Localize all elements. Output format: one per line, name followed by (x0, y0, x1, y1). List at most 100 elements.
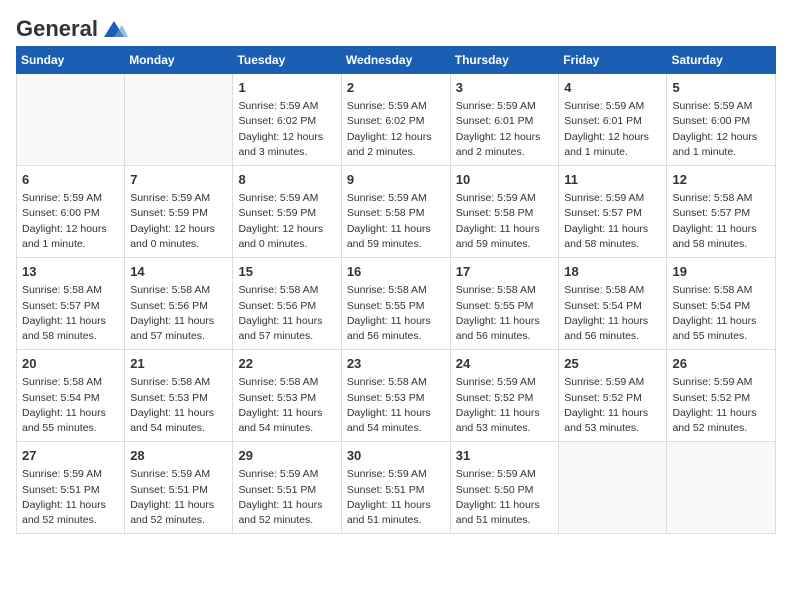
day-info: Sunrise: 5:59 AM Sunset: 5:51 PM Dayligh… (347, 467, 445, 528)
day-info: Sunrise: 5:58 AM Sunset: 5:55 PM Dayligh… (347, 283, 445, 344)
calendar-cell: 2Sunrise: 5:59 AM Sunset: 6:02 PM Daylig… (341, 74, 450, 166)
day-info: Sunrise: 5:58 AM Sunset: 5:54 PM Dayligh… (672, 283, 770, 344)
day-number: 9 (347, 171, 445, 189)
day-info: Sunrise: 5:59 AM Sunset: 5:57 PM Dayligh… (564, 191, 661, 252)
weekday-header: Monday (125, 47, 233, 74)
day-number: 3 (456, 79, 554, 97)
calendar-cell: 14Sunrise: 5:58 AM Sunset: 5:56 PM Dayli… (125, 258, 233, 350)
calendar-cell (125, 74, 233, 166)
day-number: 17 (456, 263, 554, 281)
calendar-cell: 13 Sunrise: 5:58 AM Sunset: 5:57 PM Dayli… (17, 258, 125, 350)
calendar-cell (667, 442, 776, 534)
day-info: Sunrise: 5:59 AM Sunset: 5:59 PM Dayligh… (130, 191, 227, 252)
calendar-cell (17, 74, 125, 166)
day-number: 28 (130, 447, 227, 465)
day-number: 27 (22, 447, 119, 465)
calendar-cell: 27Sunrise: 5:59 AM Sunset: 5:51 PM Dayli… (17, 442, 125, 534)
weekday-header: Tuesday (233, 47, 341, 74)
day-number: 7 (130, 171, 227, 189)
calendar-cell: 20 Sunrise: 5:58 AM Sunset: 5:54 PM Dayli… (17, 350, 125, 442)
day-info: Sunrise: 5:58 AM Sunset: 5:55 PM Dayligh… (456, 283, 554, 344)
day-number: 12 (672, 171, 770, 189)
day-number: 30 (347, 447, 445, 465)
day-info: Sunrise: 5:59 AM Sunset: 6:01 PM Dayligh… (456, 99, 554, 160)
calendar-cell: 3 Sunrise: 5:59 AM Sunset: 6:01 PM Daylig… (450, 74, 559, 166)
day-number: 14 (130, 263, 227, 281)
day-number: 16 (347, 263, 445, 281)
day-number: 8 (238, 171, 335, 189)
logo-general: General (16, 16, 98, 42)
day-number: 20 (22, 355, 119, 373)
day-info: Sunrise: 5:58 AM Sunset: 5:53 PM Dayligh… (347, 375, 445, 436)
calendar-cell: 28 Sunrise: 5:59 AM Sunset: 5:51 PM Dayli… (125, 442, 233, 534)
calendar-cell: 11 Sunrise: 5:59 AM Sunset: 5:57 PM Dayli… (559, 166, 667, 258)
calendar-cell: 8Sunrise: 5:59 AM Sunset: 5:59 PM Daylig… (233, 166, 341, 258)
day-number: 6 (22, 171, 119, 189)
day-info: Sunrise: 5:59 AM Sunset: 6:00 PM Dayligh… (672, 99, 770, 160)
day-number: 4 (564, 79, 661, 97)
calendar-cell: 7 Sunrise: 5:59 AM Sunset: 5:59 PM Daylig… (125, 166, 233, 258)
calendar-cell: 1 Sunrise: 5:59 AM Sunset: 6:02 PM Daylig… (233, 74, 341, 166)
logo: General (16, 16, 128, 36)
day-number: 31 (456, 447, 554, 465)
day-info: Sunrise: 5:59 AM Sunset: 5:52 PM Dayligh… (456, 375, 554, 436)
day-number: 29 (238, 447, 335, 465)
calendar-cell (559, 442, 667, 534)
calendar-week-row: 27 Sunrise: 5:59 AM Sunset: 5:51 PM Dayli… (17, 442, 776, 534)
day-info: Sunrise: 5:59 AM Sunset: 5:51 PM Dayligh… (238, 467, 335, 528)
day-number: 19 (672, 263, 770, 281)
calendar-cell: 21 Sunrise: 5:58 AM Sunset: 5:53 PM Dayli… (125, 350, 233, 442)
day-number: 26 (672, 355, 770, 373)
weekday-header: Sunday (17, 47, 125, 74)
day-number: 1 (238, 79, 335, 97)
day-info: Sunrise: 5:59 AM Sunset: 5:50 PM Dayligh… (456, 467, 554, 528)
day-info: Sunrise: 5:59 AM Sunset: 5:52 PM Dayligh… (672, 375, 770, 436)
calendar-week-row: 6 Sunrise: 5:59 AM Sunset: 6:00 PM Daylig… (17, 166, 776, 258)
calendar-cell: 18 Sunrise: 5:58 AM Sunset: 5:54 PM Dayli… (559, 258, 667, 350)
day-info: Sunrise: 5:59 AM Sunset: 6:01 PM Dayligh… (564, 99, 661, 160)
calendar-cell: 15 Sunrise: 5:58 AM Sunset: 5:56 PM Dayli… (233, 258, 341, 350)
weekday-header: Wednesday (341, 47, 450, 74)
calendar-cell: 22Sunrise: 5:58 AM Sunset: 5:53 PM Dayli… (233, 350, 341, 442)
header: General (16, 16, 776, 36)
day-info: Sunrise: 5:58 AM Sunset: 5:53 PM Dayligh… (130, 375, 227, 436)
calendar-cell: 9 Sunrise: 5:59 AM Sunset: 5:58 PM Daylig… (341, 166, 450, 258)
day-info: Sunrise: 5:59 AM Sunset: 5:58 PM Dayligh… (347, 191, 445, 252)
weekday-header: Saturday (667, 47, 776, 74)
day-info: Sunrise: 5:58 AM Sunset: 5:54 PM Dayligh… (22, 375, 119, 436)
day-info: Sunrise: 5:59 AM Sunset: 6:00 PM Dayligh… (22, 191, 119, 252)
day-number: 24 (456, 355, 554, 373)
calendar-week-row: 13 Sunrise: 5:58 AM Sunset: 5:57 PM Dayli… (17, 258, 776, 350)
day-info: Sunrise: 5:58 AM Sunset: 5:56 PM Dayligh… (238, 283, 335, 344)
calendar-cell: 16 Sunrise: 5:58 AM Sunset: 5:55 PM Dayli… (341, 258, 450, 350)
day-info: Sunrise: 5:59 AM Sunset: 6:02 PM Dayligh… (347, 99, 445, 160)
calendar-cell: 26 Sunrise: 5:59 AM Sunset: 5:52 PM Dayli… (667, 350, 776, 442)
calendar-cell: 31 Sunrise: 5:59 AM Sunset: 5:50 PM Dayli… (450, 442, 559, 534)
calendar-cell: 25Sunrise: 5:59 AM Sunset: 5:52 PM Dayli… (559, 350, 667, 442)
calendar-cell: 6 Sunrise: 5:59 AM Sunset: 6:00 PM Daylig… (17, 166, 125, 258)
calendar-cell: 12Sunrise: 5:58 AM Sunset: 5:57 PM Dayli… (667, 166, 776, 258)
day-number: 18 (564, 263, 661, 281)
day-info: Sunrise: 5:59 AM Sunset: 5:51 PM Dayligh… (130, 467, 227, 528)
day-number: 10 (456, 171, 554, 189)
day-number: 11 (564, 171, 661, 189)
day-info: Sunrise: 5:58 AM Sunset: 5:57 PM Dayligh… (22, 283, 119, 344)
calendar-cell: 5 Sunrise: 5:59 AM Sunset: 6:00 PM Daylig… (667, 74, 776, 166)
day-info: Sunrise: 5:59 AM Sunset: 6:02 PM Dayligh… (238, 99, 335, 160)
calendar-cell: 29 Sunrise: 5:59 AM Sunset: 5:51 PM Dayli… (233, 442, 341, 534)
day-number: 21 (130, 355, 227, 373)
day-number: 22 (238, 355, 335, 373)
calendar-cell: 17 Sunrise: 5:58 AM Sunset: 5:55 PM Dayli… (450, 258, 559, 350)
calendar-week-row: 1 Sunrise: 5:59 AM Sunset: 6:02 PM Daylig… (17, 74, 776, 166)
day-number: 13 (22, 263, 119, 281)
day-info: Sunrise: 5:58 AM Sunset: 5:54 PM Dayligh… (564, 283, 661, 344)
calendar-cell: 10 Sunrise: 5:59 AM Sunset: 5:58 PM Dayli… (450, 166, 559, 258)
logo-icon (100, 19, 128, 39)
day-number: 25 (564, 355, 661, 373)
day-number: 5 (672, 79, 770, 97)
day-info: Sunrise: 5:59 AM Sunset: 5:58 PM Dayligh… (456, 191, 554, 252)
calendar: SundayMondayTuesdayWednesdayThursdayFrid… (16, 46, 776, 534)
day-number: 23 (347, 355, 445, 373)
calendar-week-row: 20 Sunrise: 5:58 AM Sunset: 5:54 PM Dayli… (17, 350, 776, 442)
day-number: 15 (238, 263, 335, 281)
